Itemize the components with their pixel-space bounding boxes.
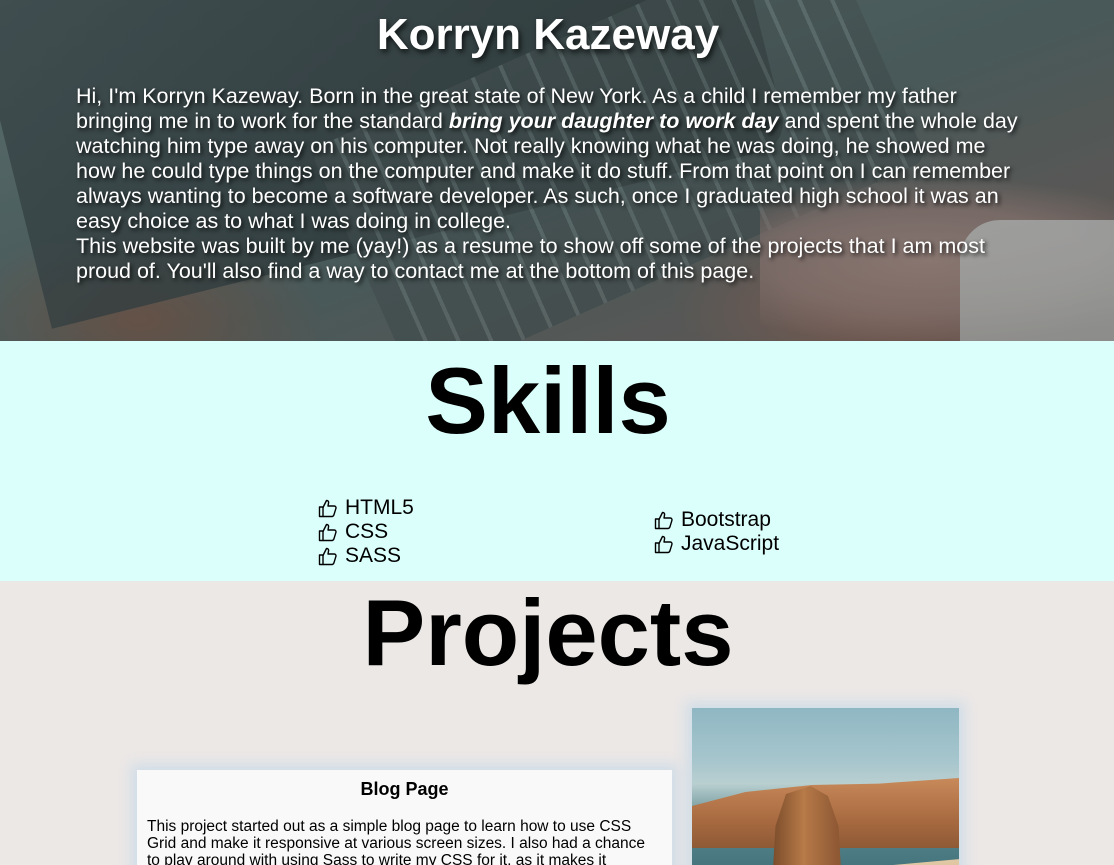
skill-item: SASS: [318, 544, 414, 568]
skill-label: JavaScript: [681, 532, 780, 555]
page-title: Korryn Kazeway: [376, 10, 720, 59]
thumbs-up-icon: [654, 534, 681, 554]
coastal-cliffs-photo[interactable]: [692, 708, 959, 865]
skill-item: CSS: [318, 520, 414, 544]
project-card-description: This project started out as a simple blo…: [147, 818, 645, 865]
skill-item: JavaScript: [654, 532, 779, 556]
skill-label: SASS: [345, 544, 402, 567]
hero-intro: Hi, I'm Korryn Kazeway. Born in the grea…: [76, 84, 1026, 284]
skill-item: Bootstrap: [654, 508, 779, 532]
hero-intro-emphasis: bring your daughter to work day: [448, 109, 779, 133]
skill-label: CSS: [345, 520, 389, 543]
skills-list-left: HTML5 CSS SASS: [318, 496, 414, 568]
thumbs-up-icon: [318, 546, 345, 566]
thumbs-up-icon: [318, 498, 345, 518]
projects-section: Projects Blog Page This project started …: [0, 581, 1114, 865]
skill-item: HTML5: [318, 496, 414, 520]
projects-heading: Projects: [362, 580, 734, 685]
hero-section: Korryn Kazeway Hi, I'm Korryn Kazeway. B…: [0, 0, 1114, 341]
skills-heading: Skills: [425, 348, 671, 453]
skill-label: Bootstrap: [681, 508, 771, 531]
project-card-title: Blog Page: [360, 779, 449, 799]
project-card-blog[interactable]: Blog Page This project started out as a …: [137, 770, 672, 865]
skills-section: Skills HTML5 CSS SASS Bootstrap JavaScript: [0, 341, 1114, 581]
thumbs-up-icon: [318, 522, 345, 542]
hero-intro-second: This website was built by me (yay!) as a…: [76, 234, 985, 283]
thumbs-up-icon: [654, 510, 681, 530]
skill-label: HTML5: [345, 496, 414, 519]
skills-list-right: Bootstrap JavaScript: [654, 508, 779, 556]
